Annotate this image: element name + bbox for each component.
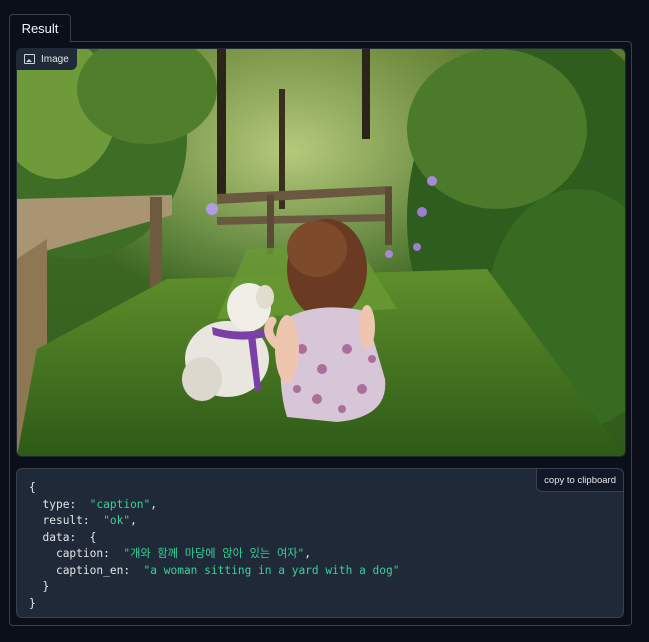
json-key-caption: caption <box>55 547 104 560</box>
json-value-type: "caption" <box>89 497 151 511</box>
tab-bar: Result <box>0 0 649 42</box>
image-label: Image <box>16 48 77 70</box>
json-output: copy to clipboard { type: "caption", res… <box>16 468 624 618</box>
image-label-text: Image <box>41 53 69 65</box>
photo-girl-with-dog <box>17 49 625 456</box>
result-image <box>16 48 626 457</box>
json-key-data: data <box>42 530 70 544</box>
image-icon <box>24 54 35 64</box>
json-value-result: "ok" <box>103 514 131 527</box>
json-key-type: type <box>42 497 70 511</box>
json-key-result: result <box>42 514 83 527</box>
json-value-caption: "개와 함께 마당에 앉아 있는 여자" <box>123 547 305 560</box>
json-code: { type: "caption", result: "ok", data: {… <box>29 481 400 610</box>
tab-result[interactable]: Result <box>9 14 71 42</box>
json-value-caption-en: "a woman sitting in a yard with a dog" <box>143 563 400 577</box>
copy-to-clipboard-button[interactable]: copy to clipboard <box>536 469 623 492</box>
json-key-caption-en: caption_en <box>55 563 124 577</box>
json-brace-close: } <box>29 596 36 610</box>
json-brace-open: { <box>29 481 36 494</box>
